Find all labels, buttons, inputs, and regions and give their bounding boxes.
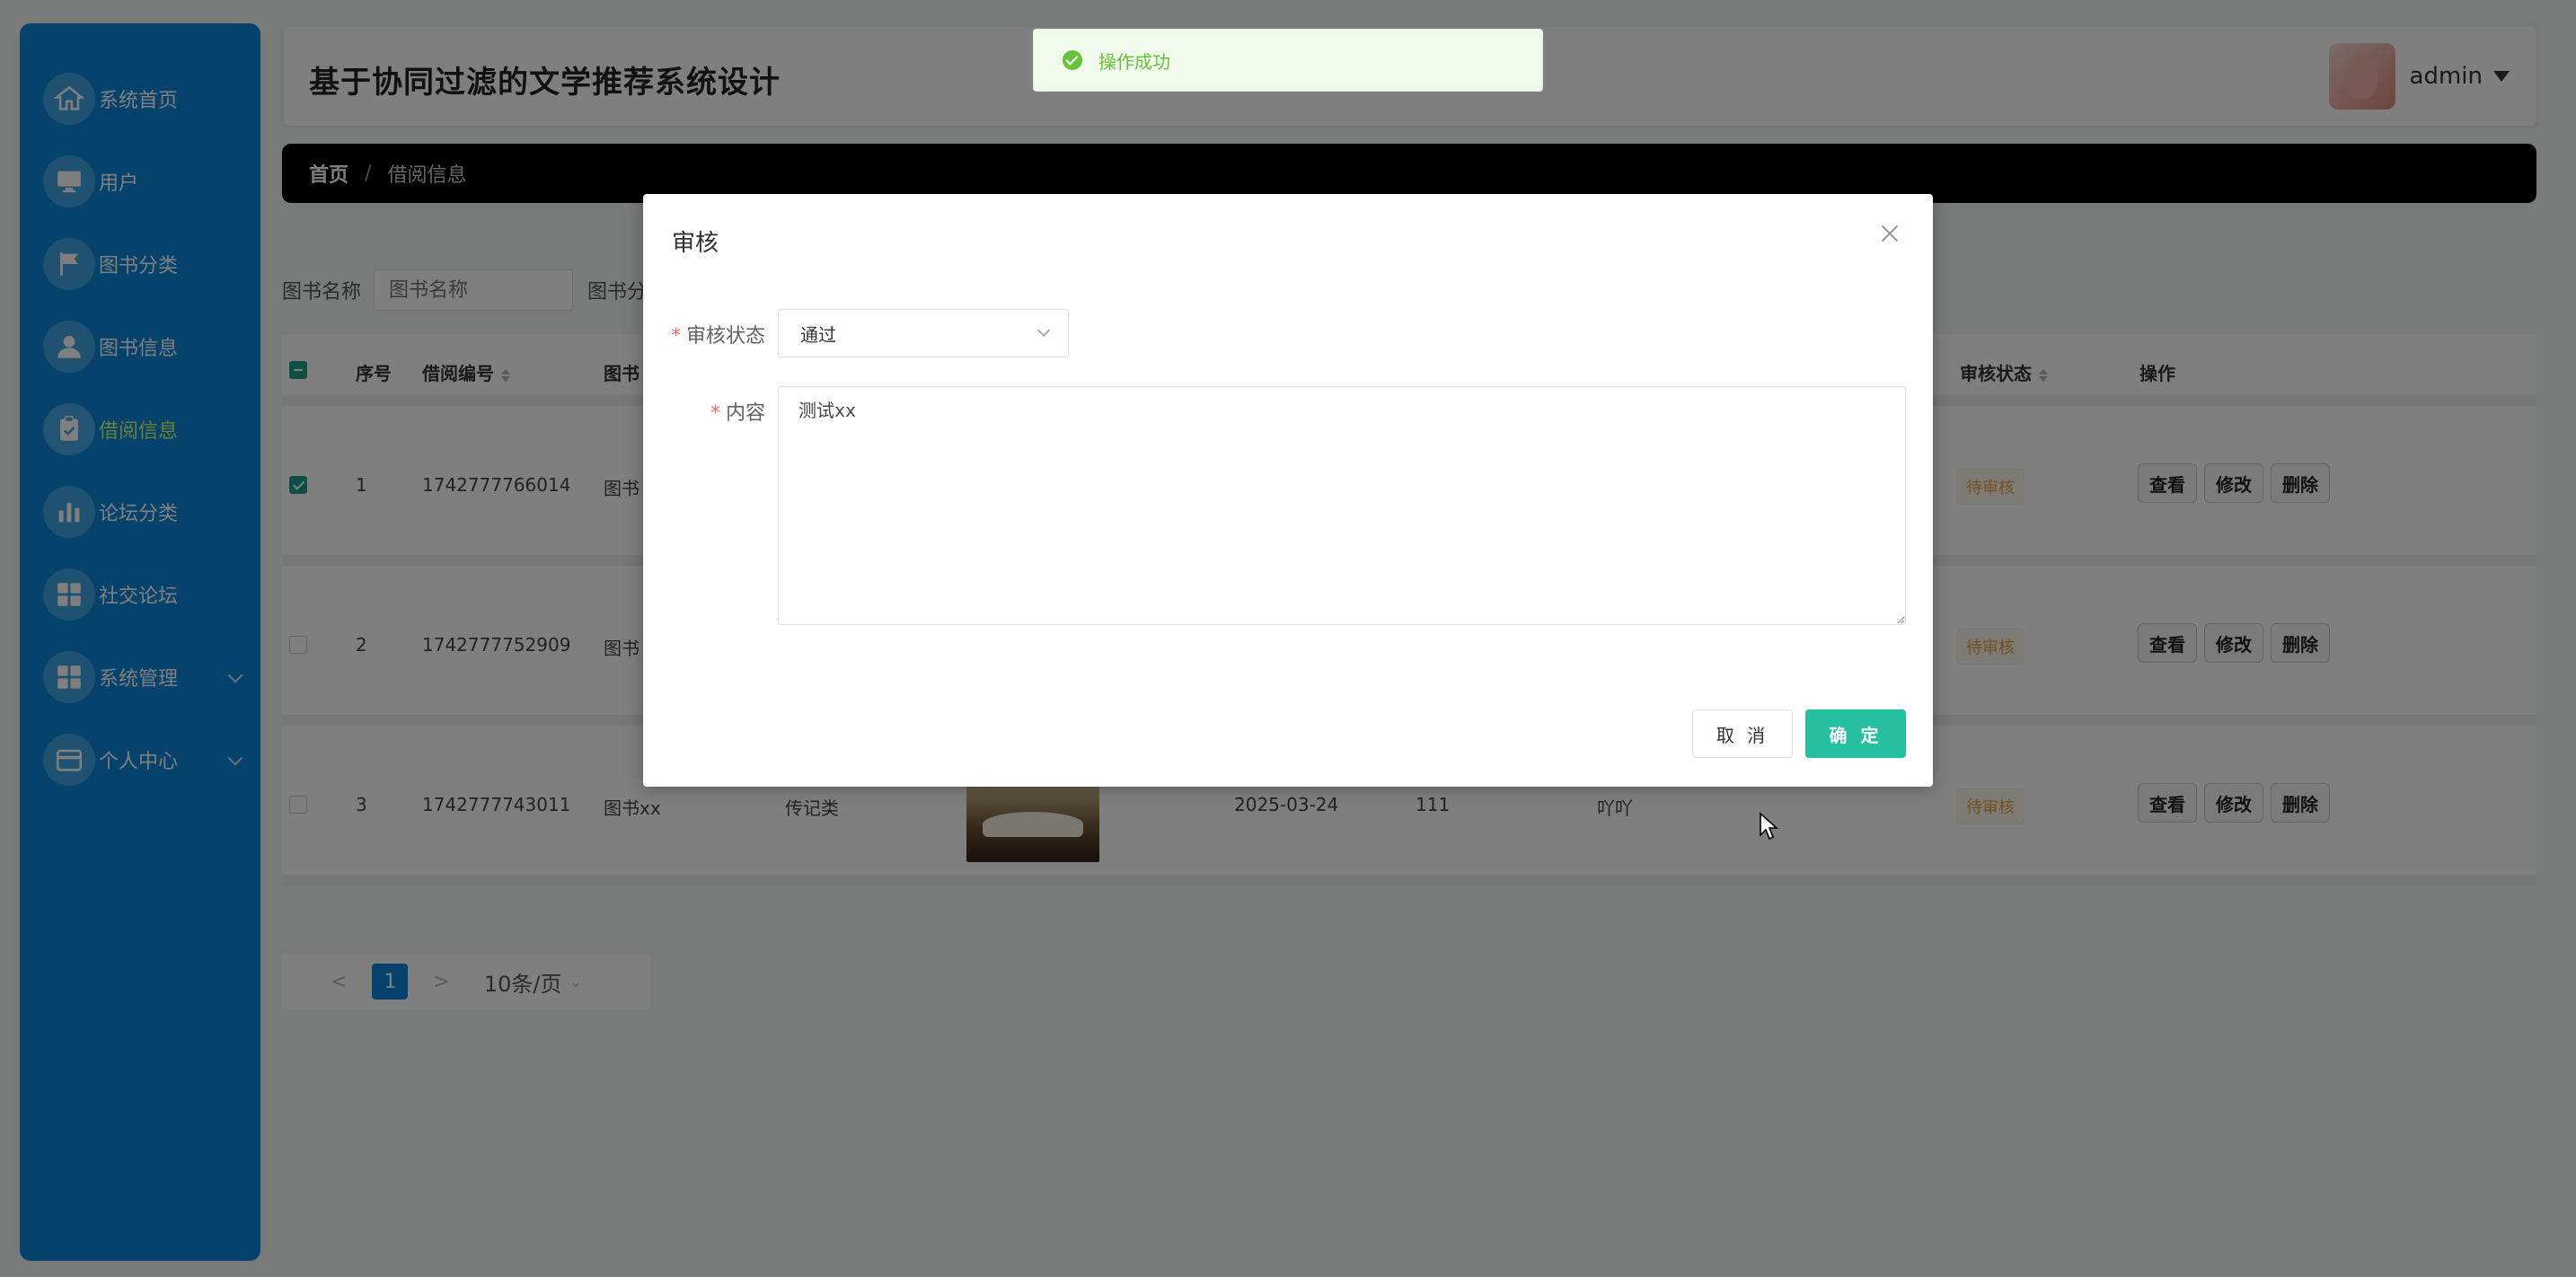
toast-message: 操作成功 [1098,50,1170,73]
close-icon[interactable] [1879,223,1901,244]
success-toast: 操作成功 [1033,29,1543,92]
review-status-select[interactable]: 通过 [778,309,1069,357]
content-label: * 内容 [657,397,765,426]
dialog-title: 审核 [672,230,719,257]
review-dialog: 审核 *审核状态 通过 *内容 取 消 确 定 [643,194,1933,787]
chevron-down-icon [1037,323,1051,338]
cancel-button[interactable]: 取 消 [1692,709,1793,758]
required-mark: * [710,402,720,425]
required-mark: * [670,325,681,348]
status-label-text: 审核状态 [685,325,765,348]
confirm-button[interactable]: 确 定 [1805,709,1906,758]
content-textarea[interactable] [778,386,1906,625]
content-label-text: 内容 [725,402,765,425]
review-status-value: 通过 [800,323,836,346]
status-label: * 审核状态 [657,320,765,348]
check-circle-icon [1063,50,1082,70]
